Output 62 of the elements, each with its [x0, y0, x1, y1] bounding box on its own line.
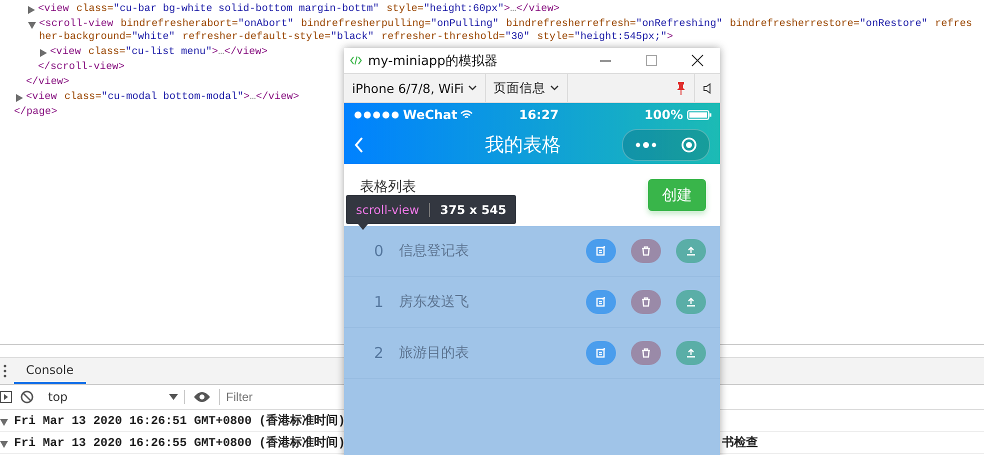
edit-button[interactable]	[586, 239, 616, 263]
clear-icon[interactable]	[20, 390, 34, 404]
tooltip-size: 375 x 545	[440, 202, 506, 216]
log-message: Fri Mar 13 2020 16:26:55 GMT+0800 (香港标准时间)	[14, 434, 346, 451]
upload-button[interactable]	[676, 290, 706, 314]
back-icon[interactable]	[354, 137, 364, 153]
trash-icon	[641, 348, 651, 358]
code-line[interactable]: <view class="cu-bar bg-white solid-bottom margin-bottm" style="height:60px">…</view>	[28, 2, 560, 17]
upload-button[interactable]	[676, 239, 706, 263]
code-icon	[350, 56, 362, 65]
pin-icon[interactable]	[676, 82, 686, 94]
delete-button[interactable]	[631, 239, 661, 263]
context-select[interactable]: top	[42, 390, 185, 404]
upload-button[interactable]	[676, 341, 706, 365]
carrier-label: WeChat	[403, 107, 458, 122]
edit-icon	[596, 246, 606, 256]
caret-icon	[169, 394, 178, 400]
window-title: my-miniapp的模拟器	[368, 52, 498, 70]
trash-icon	[641, 297, 651, 307]
target-icon[interactable]	[681, 137, 697, 153]
log-message: Fri Mar 13 2020 16:26:51 GMT+0800 (香港标准时间)	[14, 412, 346, 429]
battery-icon	[686, 110, 712, 120]
delete-button[interactable]	[631, 341, 661, 365]
section-title: 表格列表	[360, 178, 416, 196]
battery-label: 100%	[644, 107, 683, 122]
code-line: </view>	[25, 75, 70, 90]
log-message: 书检查	[722, 434, 758, 451]
code-line: </scroll-view>	[37, 60, 125, 75]
edit-icon	[596, 297, 606, 307]
page-info-select[interactable]: 页面信息	[486, 74, 568, 102]
edit-icon	[596, 348, 606, 358]
code-line[interactable]: <scroll-view bindrefresherabort="onAbort" bindrefresherpulling="onPulling" bindrefresherrefresh="onRefreshing" bindrefresherrestore="onRestore" refresher-background="white" refresher-default-style="black" refresher-threshold="30" style="height:545px;">	[28, 17, 976, 45]
chevron-icon	[550, 85, 559, 91]
row-index: 1	[374, 293, 385, 311]
tooltip-tag: scroll-view	[356, 202, 430, 216]
more-icon[interactable]	[635, 142, 657, 148]
sidebar-toggle-icon[interactable]	[0, 391, 12, 403]
row-index: 2	[374, 344, 385, 362]
chevron-icon	[468, 85, 477, 91]
delete-button[interactable]	[631, 290, 661, 314]
expand-arrow-icon[interactable]	[0, 441, 8, 448]
eye-icon[interactable]	[193, 391, 211, 403]
more-icon[interactable]	[2, 364, 8, 378]
expand-arrow-icon[interactable]	[0, 419, 8, 426]
wifi-icon	[460, 110, 474, 120]
code-line[interactable]: <view class="cu-modal bottom-modal">…</view>	[16, 90, 300, 105]
console-tab[interactable]: Console	[14, 358, 86, 384]
speaker-icon[interactable]	[703, 82, 712, 94]
device-select[interactable]: iPhone 6/7/8, WiFi	[344, 74, 486, 102]
signal-icon	[354, 110, 400, 118]
upload-icon	[686, 246, 696, 256]
edit-button[interactable]	[586, 341, 616, 365]
code-line: </page>	[13, 105, 58, 120]
page-title: 我的表格	[484, 133, 562, 158]
code-line[interactable]: <view class="cu-list menu">…</view>	[40, 45, 268, 60]
edit-button[interactable]	[586, 290, 616, 314]
trash-icon	[641, 246, 651, 256]
status-time: 16:27	[518, 107, 559, 122]
upload-icon	[686, 297, 696, 307]
capsule-menu[interactable]	[622, 129, 710, 161]
upload-icon	[686, 348, 696, 358]
row-index: 0	[374, 242, 385, 260]
